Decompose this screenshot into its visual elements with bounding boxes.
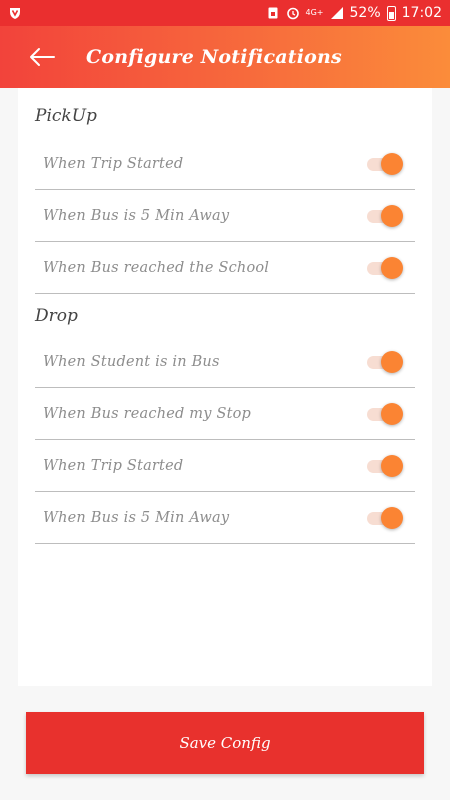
toggle-thumb [381,257,403,279]
list-item: When Trip Started [35,138,415,190]
shield-icon [10,8,20,19]
network-type: 4G+ [305,8,324,17]
toggle-switch[interactable] [367,506,403,530]
row-label: When Student is in Bus [43,353,220,370]
toggle-thumb [381,403,403,425]
row-label: When Trip Started [43,155,184,172]
row-label: When Trip Started [43,457,184,474]
row-label: When Bus reached my Stop [43,405,252,422]
list-item: When Bus is 5 Min Away [35,190,415,242]
save-config-button[interactable]: Save Config [26,712,424,774]
back-button[interactable] [14,26,70,88]
toggle-switch[interactable] [367,152,403,176]
list-item: When Bus is 5 Min Away [35,492,415,544]
app-bar: Configure Notifications [0,26,450,88]
toggle-switch[interactable] [367,402,403,426]
signal-icon [330,7,343,19]
toggle-thumb [381,153,403,175]
row-label: When Bus reached the School [43,259,270,276]
toggle-thumb [381,455,403,477]
battery-icon [386,5,396,21]
page-title: Configure Notifications [86,46,342,68]
toggle-thumb [381,507,403,529]
list-item: When Bus reached the School [35,242,415,294]
toggle-thumb [381,351,403,373]
toggle-switch[interactable] [367,204,403,228]
clock: 17:02 [401,5,442,21]
toggle-switch[interactable] [367,350,403,374]
settings-card: PickUp When Trip Started When Bus is 5 M… [18,88,432,686]
toggle-thumb [381,205,403,227]
toggle-switch[interactable] [367,256,403,280]
list-item: When Student is in Bus [35,336,415,388]
sim-card-icon [268,7,278,19]
battery-percent: 52% [349,5,381,21]
section-title-drop: Drop [35,306,78,326]
arrow-left-icon [30,48,55,66]
status-left [8,6,22,20]
list-item: When Bus reached my Stop [35,388,415,440]
status-bar: 4G+ 52% 17:02 [0,0,450,26]
row-label: When Bus is 5 Min Away [43,207,230,224]
section-title-pickup: PickUp [35,106,97,126]
status-right: 4G+ 52% 17:02 [266,5,442,21]
list-item: When Trip Started [35,440,415,492]
row-label: When Bus is 5 Min Away [43,509,230,526]
toggle-switch[interactable] [367,454,403,478]
alarm-icon [286,7,299,20]
